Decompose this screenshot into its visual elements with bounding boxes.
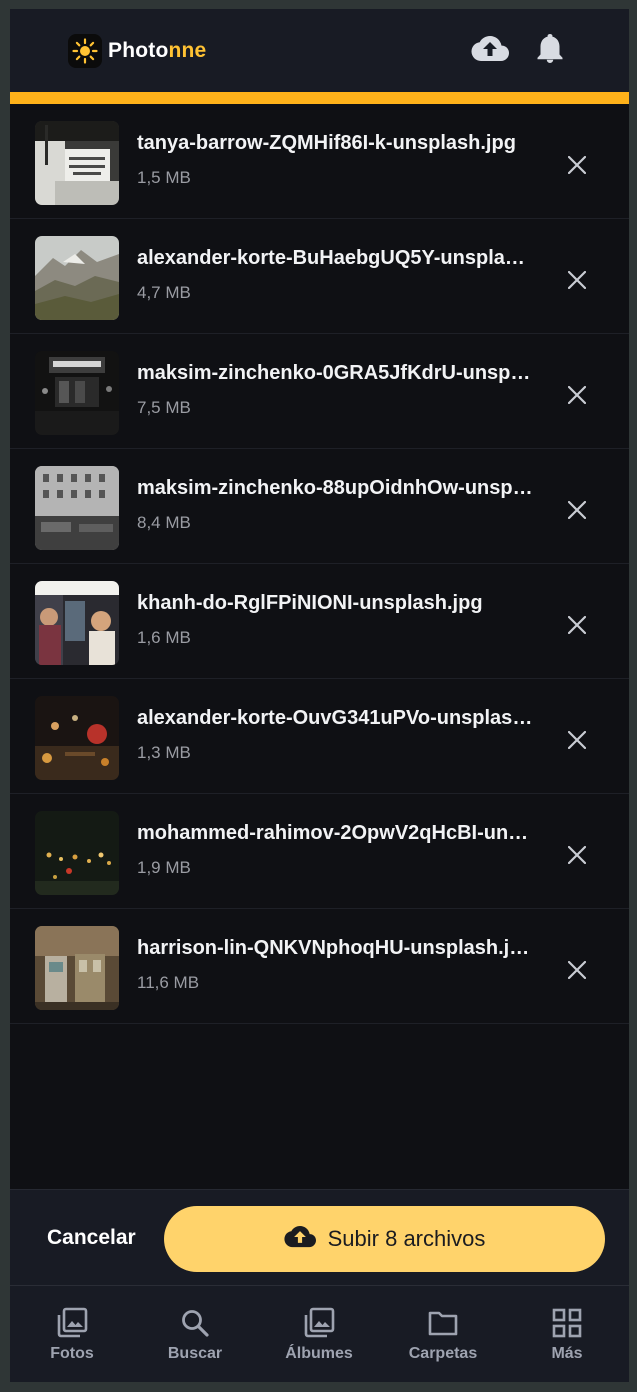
file-row: maksim-zinchenko-0GRA5JfKdrU-unsplash.jp… [10, 334, 629, 449]
nav-item-fotos[interactable]: Fotos [17, 1306, 127, 1370]
file-size: 1,9 MB [137, 858, 191, 877]
grid-icon [550, 1306, 584, 1340]
nav-label: Carpetas [408, 1345, 478, 1362]
photos-icon [55, 1306, 89, 1340]
file-name: tanya-barrow-ZQMHif86I-k-unsplash.jpg [137, 132, 516, 154]
close-icon [568, 271, 586, 289]
search-icon [178, 1306, 212, 1340]
file-size: 11,6 MB [137, 973, 200, 992]
remove-file-button[interactable] [561, 379, 593, 411]
file-name: mohammed-rahimov-2OpwV2qHcBI-unsplash.jp… [137, 822, 533, 844]
file-size: 1,6 MB [137, 628, 191, 647]
file-row: harrison-lin-QNKVNphoqHU-unsplash.jpg 11… [10, 909, 629, 1024]
file-row: khanh-do-RglFPiNIONI-unsplash.jpg 1,6 MB [10, 564, 629, 679]
nav-label: Fotos [50, 1345, 94, 1362]
remove-file-button[interactable] [561, 954, 593, 986]
file-row: tanya-barrow-ZQMHif86I-k-unsplash.jpg 1,… [10, 104, 629, 219]
nav-item-carpetas[interactable]: Carpetas [388, 1306, 498, 1370]
upload-button-label: Subir 8 archivos [327, 1226, 486, 1251]
cloud-upload-button[interactable] [470, 33, 510, 69]
file-list: tanya-barrow-ZQMHif86I-k-unsplash.jpg 1,… [10, 104, 629, 1024]
upload-progress-bar [10, 92, 629, 104]
app-frame: Photonne tanya-barrow-ZQMHif86I-k-unspla… [10, 9, 629, 1382]
nav-label: Buscar [167, 1345, 223, 1362]
file-thumbnail [35, 581, 119, 665]
remove-file-button[interactable] [561, 494, 593, 526]
file-row: mohammed-rahimov-2OpwV2qHcBI-unsplash.jp… [10, 794, 629, 909]
file-thumbnail [35, 351, 119, 435]
file-row: alexander-korte-OuvG341uPVo-unsplash.jpg… [10, 679, 629, 794]
nav-item-mas[interactable]: Más [512, 1306, 622, 1370]
file-name: alexander-korte-OuvG341uPVo-unsplash.jpg [137, 707, 533, 729]
folder-icon [426, 1306, 460, 1340]
app-logo[interactable]: Photonne [68, 33, 206, 69]
close-icon [568, 616, 586, 634]
file-row: alexander-korte-BuHaebgUQ5Y-unsplash.jpg… [10, 219, 629, 334]
file-thumbnail [35, 466, 119, 550]
upload-action-bar: Cancelar Subir 8 archivos [10, 1189, 629, 1285]
remove-file-button[interactable] [561, 149, 593, 181]
remove-file-button[interactable] [561, 609, 593, 641]
bell-icon [537, 33, 563, 69]
cloud-upload-icon [284, 1225, 316, 1254]
bottom-navigation: Fotos Buscar Álbumes Carpetas Más [10, 1285, 629, 1382]
file-size: 1,5 MB [137, 168, 191, 187]
app-header: Photonne [10, 9, 629, 92]
close-icon [568, 386, 586, 404]
file-size: 1,3 MB [137, 743, 191, 762]
notifications-button[interactable] [530, 33, 570, 69]
nav-item-albumes[interactable]: Álbumes [264, 1306, 374, 1370]
upload-files-button[interactable]: Subir 8 archivos [164, 1206, 605, 1272]
file-thumbnail [35, 696, 119, 780]
close-icon [568, 501, 586, 519]
file-thumbnail [35, 926, 119, 1010]
file-name: maksim-zinchenko-0GRA5JfKdrU-unsplash.jp… [137, 362, 533, 384]
file-size: 8,4 MB [137, 513, 191, 532]
file-row: maksim-zinchenko-88upOidnhOw-unsplash.jp… [10, 449, 629, 564]
nav-item-buscar[interactable]: Buscar [140, 1306, 250, 1370]
logo-prefix: Photo [108, 39, 169, 62]
file-thumbnail [35, 236, 119, 320]
close-icon [568, 846, 586, 864]
file-size: 4,7 MB [137, 283, 191, 302]
albums-icon [302, 1306, 336, 1340]
file-thumbnail [35, 121, 119, 205]
file-name: harrison-lin-QNKVNphoqHU-unsplash.jpg [137, 937, 533, 959]
logo-sun-icon [68, 34, 102, 68]
file-size: 7,5 MB [137, 398, 191, 417]
file-name: khanh-do-RglFPiNIONI-unsplash.jpg [137, 592, 483, 614]
remove-file-button[interactable] [561, 264, 593, 296]
file-thumbnail [35, 811, 119, 895]
remove-file-button[interactable] [561, 839, 593, 871]
remove-file-button[interactable] [561, 724, 593, 756]
cloud-upload-icon [471, 35, 509, 68]
close-icon [568, 731, 586, 749]
nav-label: Álbumes [285, 1345, 353, 1362]
logo-text: Photonne [108, 39, 206, 63]
close-icon [568, 961, 586, 979]
close-icon [568, 156, 586, 174]
file-name: maksim-zinchenko-88upOidnhOw-unsplash.jp… [137, 477, 533, 499]
nav-label: Más [551, 1345, 583, 1362]
file-name: alexander-korte-BuHaebgUQ5Y-unsplash.jpg [137, 247, 533, 269]
cancel-button[interactable]: Cancelar [47, 1226, 136, 1250]
logo-suffix: nne [168, 39, 207, 62]
upload-progress-fill [10, 92, 629, 104]
